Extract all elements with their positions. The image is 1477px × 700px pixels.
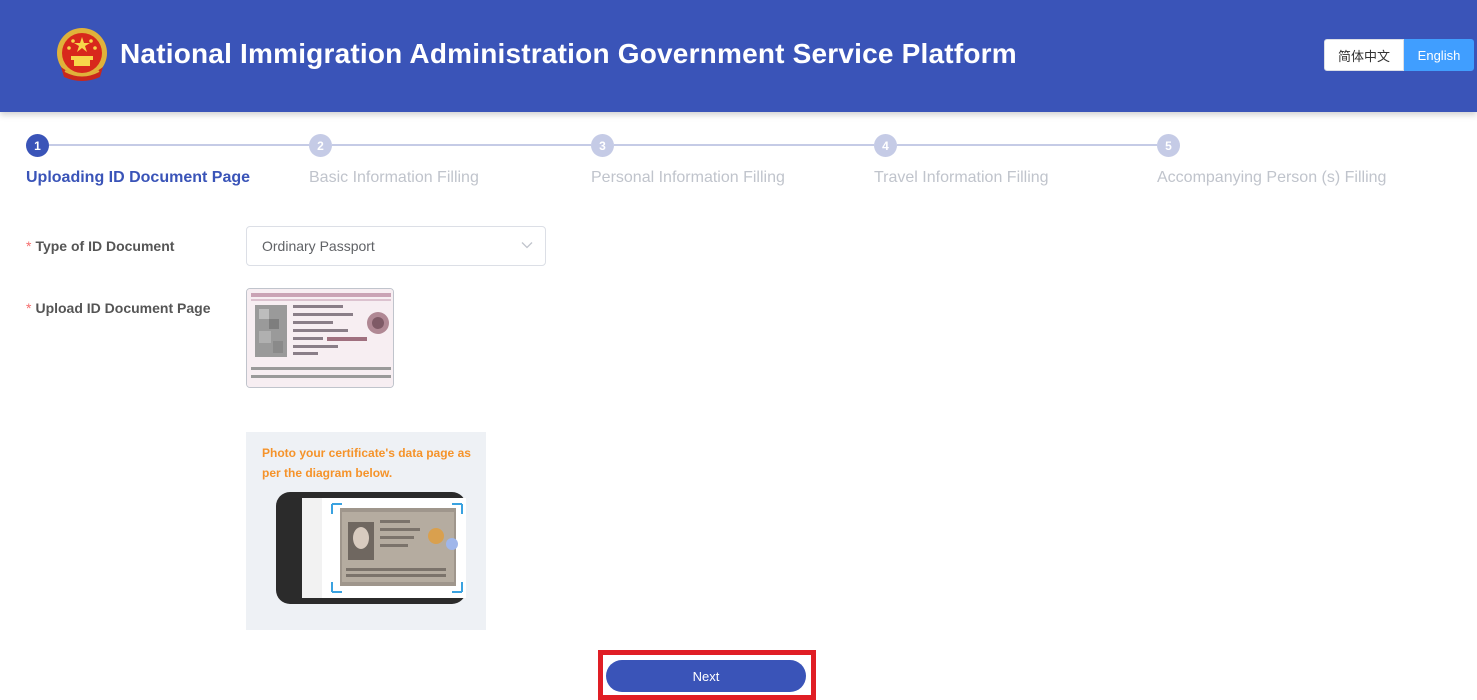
step-5-circle: 5 — [1157, 134, 1180, 157]
step-1-label: Uploading ID Document Page — [26, 169, 251, 186]
step-3-label: Personal Information Filling — [591, 169, 785, 186]
upload-label: * Upload ID Document Page — [26, 300, 210, 316]
step-2-circle: 2 — [309, 134, 332, 157]
language-switch: 简体中文 English — [1324, 39, 1474, 71]
step-4-circle: 4 — [874, 134, 897, 157]
step-connector — [897, 144, 1157, 146]
passport-image — [247, 289, 393, 387]
lang-chinese-button[interactable]: 简体中文 — [1324, 39, 1404, 71]
upload-label-text: Upload ID Document Page — [35, 300, 211, 316]
national-emblem-icon — [57, 28, 107, 81]
phone-scan-illustration — [276, 492, 466, 604]
step-5-label: Accompanying Person (s) Filling — [1157, 169, 1387, 186]
site-title: National Immigration Administration Gove… — [120, 38, 1017, 69]
photo-hint-text: Photo your certificate's data page as pe… — [262, 446, 471, 480]
chevron-down-icon — [521, 242, 533, 249]
site-header: National Immigration Administration Gove… — [0, 0, 1477, 112]
id-type-label-text: Type of ID Document — [35, 238, 175, 254]
id-type-label: * Type of ID Document — [26, 238, 174, 254]
step-connector — [614, 144, 874, 146]
lang-english-button[interactable]: English — [1404, 39, 1474, 71]
next-button[interactable]: Next — [606, 660, 806, 692]
required-mark: * — [26, 300, 32, 316]
step-2-label: Basic Information Filling — [309, 169, 479, 186]
step-4-label: Travel Information Filling — [874, 169, 1049, 186]
photo-hint-panel: Photo your certificate's data page as pe… — [246, 432, 486, 630]
id-type-select[interactable]: Ordinary Passport — [246, 226, 546, 266]
step-1-circle: 1 — [26, 134, 49, 157]
step-3-circle: 3 — [591, 134, 614, 157]
required-mark: * — [26, 238, 32, 254]
uploaded-passport-thumbnail[interactable] — [246, 288, 394, 388]
step-connector — [332, 144, 591, 146]
step-connector — [49, 144, 309, 146]
id-type-value: Ordinary Passport — [262, 238, 375, 254]
